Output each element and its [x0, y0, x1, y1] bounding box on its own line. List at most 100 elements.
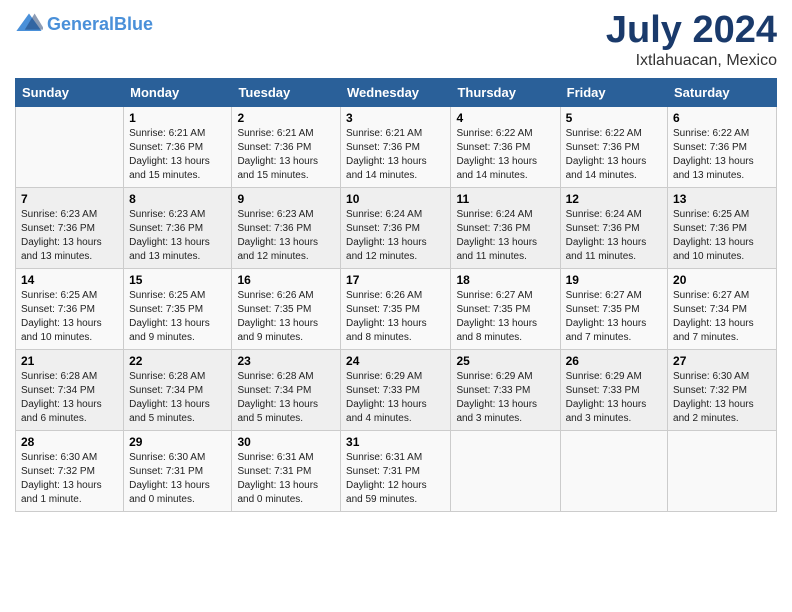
subtitle: Ixtlahuacan, Mexico [606, 52, 777, 70]
day-cell: 27 Sunrise: 6:30 AM Sunset: 7:32 PM Dayli… [668, 349, 777, 430]
day-cell: 11 Sunrise: 6:24 AM Sunset: 7:36 PM Dayli… [451, 187, 560, 268]
day-cell: 12 Sunrise: 6:24 AM Sunset: 7:36 PM Dayli… [560, 187, 667, 268]
day-number: 19 [566, 273, 662, 287]
day-cell: 21Sunrise: 6:28 AM Sunset: 7:34 PM Dayli… [16, 349, 124, 430]
day-info: Sunrise: 6:23 AM Sunset: 7:36 PM Dayligh… [21, 208, 118, 264]
day-number: 6 [673, 111, 771, 125]
header-day-tuesday: Tuesday [232, 78, 341, 106]
day-cell: 7 Sunrise: 6:23 AM Sunset: 7:36 PM Daylig… [16, 187, 124, 268]
day-info: Sunrise: 6:26 AM Sunset: 7:35 PM Dayligh… [237, 289, 335, 345]
main-title: July 2024 [606, 10, 777, 52]
logo-text: GeneralBlue [47, 14, 153, 35]
page-header: GeneralBlue July 2024 Ixtlahuacan, Mexic… [15, 10, 777, 70]
day-number: 11 [456, 192, 554, 206]
logo: GeneralBlue [15, 10, 153, 38]
day-info: Sunrise: 6:31 AM Sunset: 7:31 PM Dayligh… [346, 451, 445, 507]
day-cell: 3Sunrise: 6:21 AM Sunset: 7:36 PM Daylig… [341, 106, 451, 187]
day-cell: 25Sunrise: 6:29 AM Sunset: 7:33 PM Dayli… [451, 349, 560, 430]
day-cell [16, 106, 124, 187]
day-info: Sunrise: 6:25 AM Sunset: 7:35 PM Dayligh… [129, 289, 226, 345]
day-info: Sunrise: 6:28 AM Sunset: 7:34 PM Dayligh… [129, 370, 226, 426]
day-info: Sunrise: 6:25 AM Sunset: 7:36 PM Dayligh… [21, 289, 118, 345]
day-cell: 6 Sunrise: 6:22 AM Sunset: 7:36 PM Daylig… [668, 106, 777, 187]
day-info: Sunrise: 6:24 AM Sunset: 7:36 PM Dayligh… [456, 208, 554, 264]
day-info: Sunrise: 6:31 AM Sunset: 7:31 PM Dayligh… [237, 451, 335, 507]
day-number: 28 [21, 435, 118, 449]
day-number: 7 [21, 192, 118, 206]
day-cell: 30 Sunrise: 6:31 AM Sunset: 7:31 PM Dayli… [232, 430, 341, 511]
day-info: Sunrise: 6:22 AM Sunset: 7:36 PM Dayligh… [673, 127, 771, 183]
logo-icon [15, 10, 43, 38]
day-info: Sunrise: 6:24 AM Sunset: 7:36 PM Dayligh… [346, 208, 445, 264]
header-day-monday: Monday [124, 78, 232, 106]
day-info: Sunrise: 6:23 AM Sunset: 7:36 PM Dayligh… [237, 208, 335, 264]
day-info: Sunrise: 6:21 AM Sunset: 7:36 PM Dayligh… [237, 127, 335, 183]
day-info: Sunrise: 6:24 AM Sunset: 7:36 PM Dayligh… [566, 208, 662, 264]
day-cell: 23 Sunrise: 6:28 AM Sunset: 7:34 PM Dayli… [232, 349, 341, 430]
day-number: 20 [673, 273, 771, 287]
day-info: Sunrise: 6:29 AM Sunset: 7:33 PM Dayligh… [566, 370, 662, 426]
day-number: 26 [566, 354, 662, 368]
day-number: 3 [346, 111, 445, 125]
day-number: 29 [129, 435, 226, 449]
calendar-table: SundayMondayTuesdayWednesdayThursdayFrid… [15, 78, 777, 512]
day-number: 1 [129, 111, 226, 125]
day-info: Sunrise: 6:28 AM Sunset: 7:34 PM Dayligh… [237, 370, 335, 426]
day-number: 2 [237, 111, 335, 125]
day-info: Sunrise: 6:30 AM Sunset: 7:31 PM Dayligh… [129, 451, 226, 507]
day-cell: 17Sunrise: 6:26 AM Sunset: 7:35 PM Dayli… [341, 268, 451, 349]
day-info: Sunrise: 6:27 AM Sunset: 7:34 PM Dayligh… [673, 289, 771, 345]
day-cell: 5Sunrise: 6:22 AM Sunset: 7:36 PM Daylig… [560, 106, 667, 187]
day-number: 10 [346, 192, 445, 206]
day-number: 25 [456, 354, 554, 368]
day-cell: 14 Sunrise: 6:25 AM Sunset: 7:36 PM Dayli… [16, 268, 124, 349]
week-row-5: 28 Sunrise: 6:30 AM Sunset: 7:32 PM Dayli… [16, 430, 777, 511]
header-day-saturday: Saturday [668, 78, 777, 106]
day-cell: 19Sunrise: 6:27 AM Sunset: 7:35 PM Dayli… [560, 268, 667, 349]
day-cell: 20 Sunrise: 6:27 AM Sunset: 7:34 PM Dayli… [668, 268, 777, 349]
day-info: Sunrise: 6:25 AM Sunset: 7:36 PM Dayligh… [673, 208, 771, 264]
day-cell: 22 Sunrise: 6:28 AM Sunset: 7:34 PM Dayli… [124, 349, 232, 430]
day-info: Sunrise: 6:30 AM Sunset: 7:32 PM Dayligh… [673, 370, 771, 426]
day-number: 22 [129, 354, 226, 368]
day-number: 23 [237, 354, 335, 368]
day-info: Sunrise: 6:23 AM Sunset: 7:36 PM Dayligh… [129, 208, 226, 264]
day-info: Sunrise: 6:29 AM Sunset: 7:33 PM Dayligh… [346, 370, 445, 426]
week-row-2: 7 Sunrise: 6:23 AM Sunset: 7:36 PM Daylig… [16, 187, 777, 268]
day-cell [668, 430, 777, 511]
day-info: Sunrise: 6:22 AM Sunset: 7:36 PM Dayligh… [566, 127, 662, 183]
week-row-1: 1 Sunrise: 6:21 AM Sunset: 7:36 PM Daylig… [16, 106, 777, 187]
day-number: 8 [129, 192, 226, 206]
day-number: 18 [456, 273, 554, 287]
day-cell: 8 Sunrise: 6:23 AM Sunset: 7:36 PM Daylig… [124, 187, 232, 268]
week-row-3: 14 Sunrise: 6:25 AM Sunset: 7:36 PM Dayli… [16, 268, 777, 349]
day-info: Sunrise: 6:28 AM Sunset: 7:34 PM Dayligh… [21, 370, 118, 426]
day-number: 27 [673, 354, 771, 368]
day-cell: 29 Sunrise: 6:30 AM Sunset: 7:31 PM Dayli… [124, 430, 232, 511]
day-cell: 16 Sunrise: 6:26 AM Sunset: 7:35 PM Dayli… [232, 268, 341, 349]
day-cell [560, 430, 667, 511]
day-cell: 15 Sunrise: 6:25 AM Sunset: 7:35 PM Dayli… [124, 268, 232, 349]
week-row-4: 21Sunrise: 6:28 AM Sunset: 7:34 PM Dayli… [16, 349, 777, 430]
day-info: Sunrise: 6:21 AM Sunset: 7:36 PM Dayligh… [129, 127, 226, 183]
day-number: 24 [346, 354, 445, 368]
day-cell: 24 Sunrise: 6:29 AM Sunset: 7:33 PM Dayli… [341, 349, 451, 430]
day-info: Sunrise: 6:26 AM Sunset: 7:35 PM Dayligh… [346, 289, 445, 345]
day-number: 9 [237, 192, 335, 206]
day-number: 30 [237, 435, 335, 449]
logo-general: General [47, 14, 114, 34]
day-cell: 10 Sunrise: 6:24 AM Sunset: 7:36 PM Dayli… [341, 187, 451, 268]
title-area: July 2024 Ixtlahuacan, Mexico [606, 10, 777, 70]
day-number: 14 [21, 273, 118, 287]
day-cell: 26 Sunrise: 6:29 AM Sunset: 7:33 PM Dayli… [560, 349, 667, 430]
day-info: Sunrise: 6:30 AM Sunset: 7:32 PM Dayligh… [21, 451, 118, 507]
day-number: 16 [237, 273, 335, 287]
day-number: 31 [346, 435, 445, 449]
day-cell: 2 Sunrise: 6:21 AM Sunset: 7:36 PM Daylig… [232, 106, 341, 187]
day-number: 4 [456, 111, 554, 125]
day-cell: 1 Sunrise: 6:21 AM Sunset: 7:36 PM Daylig… [124, 106, 232, 187]
day-number: 15 [129, 273, 226, 287]
day-cell: 4Sunrise: 6:22 AM Sunset: 7:36 PM Daylig… [451, 106, 560, 187]
day-number: 12 [566, 192, 662, 206]
day-cell: 9 Sunrise: 6:23 AM Sunset: 7:36 PM Daylig… [232, 187, 341, 268]
